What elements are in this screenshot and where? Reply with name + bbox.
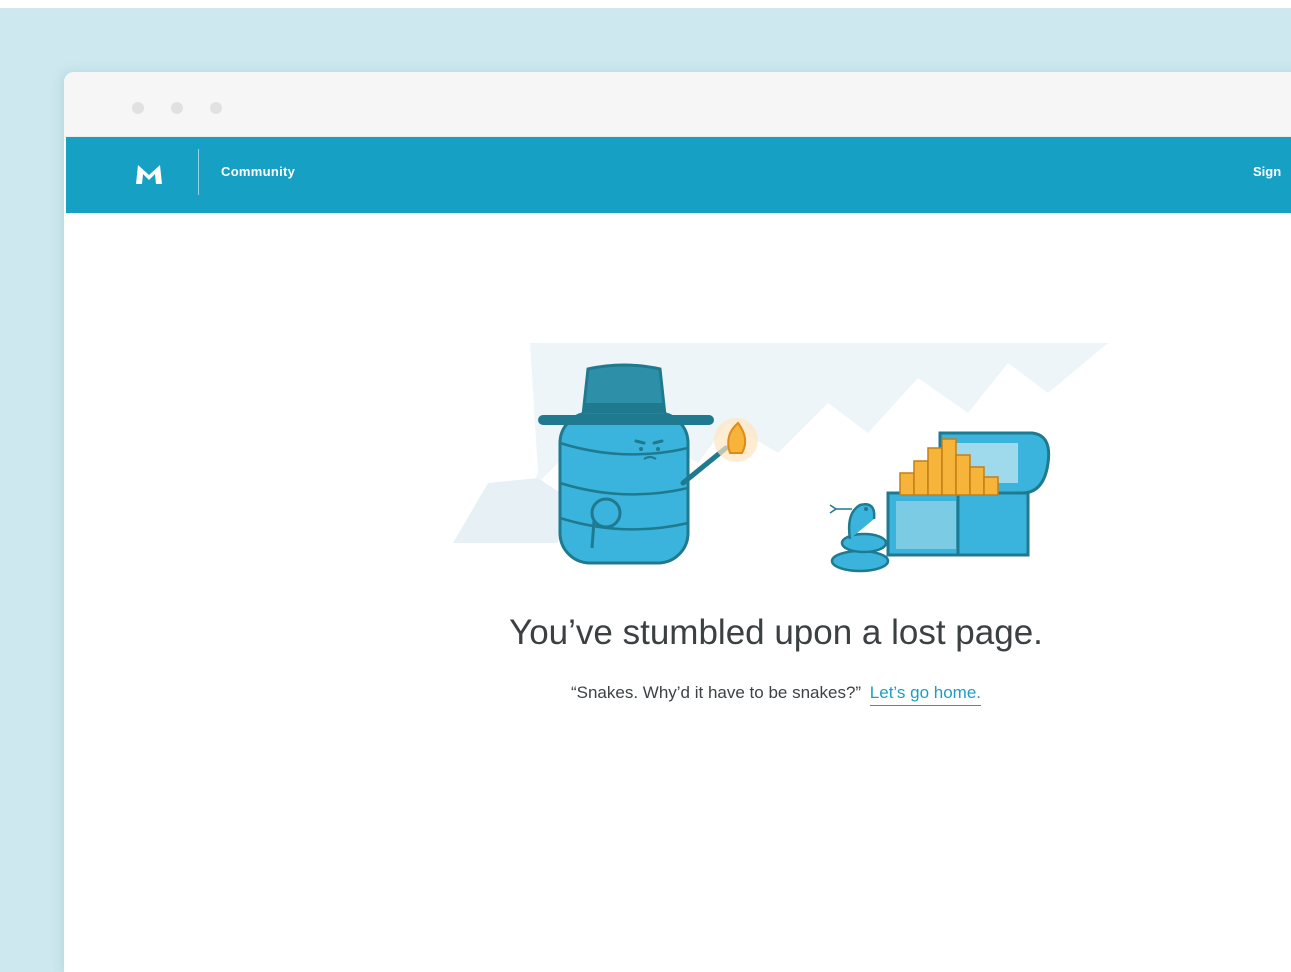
error-quote: “Snakes. Why’d it have to be snakes?”: [570, 683, 862, 702]
nav-divider: [198, 149, 199, 195]
browser-window: Community Sign You’ve stumbled upon a lo…: [64, 72, 1291, 972]
lost-page-illustration: [453, 343, 1108, 573]
background-strip: [0, 0, 1291, 8]
window-maximize-dot[interactable]: [210, 102, 222, 114]
window-close-dot[interactable]: [132, 102, 144, 114]
nav-community-link[interactable]: Community: [221, 164, 295, 179]
treasure-chest-icon: [886, 431, 1051, 557]
top-navbar: Community Sign: [66, 137, 1291, 213]
error-subline: “Snakes. Why’d it have to be snakes?” Le…: [64, 683, 1291, 706]
nav-sign-in-link[interactable]: Sign: [1253, 164, 1281, 179]
window-minimize-dot[interactable]: [171, 102, 183, 114]
home-link[interactable]: Let’s go home.: [869, 683, 982, 706]
error-headline: You’ve stumbled upon a lost page.: [509, 613, 1043, 652]
main-content: You’ve stumbled upon a lost page. “Snake…: [64, 213, 1291, 972]
meetup-logo-icon[interactable]: [134, 162, 164, 186]
browser-titlebar: [64, 72, 1291, 137]
snake-icon: [829, 503, 890, 573]
